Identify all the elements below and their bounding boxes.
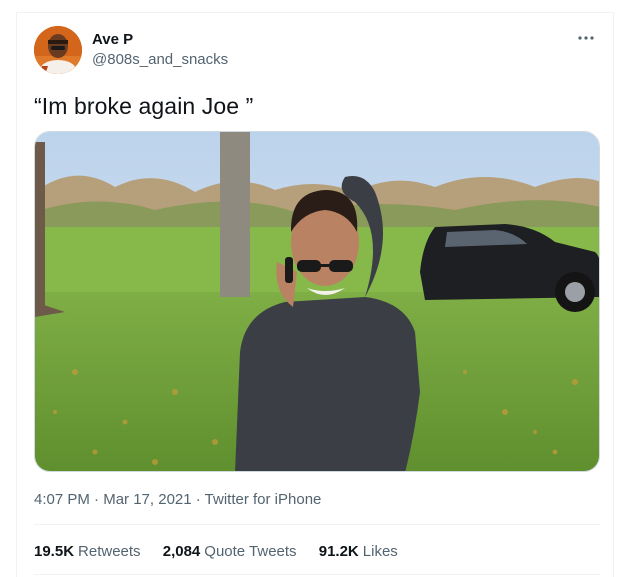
retweets-label: Retweets bbox=[78, 543, 141, 560]
retweets-count: 19.5K bbox=[34, 543, 75, 560]
avatar[interactable] bbox=[34, 26, 82, 74]
tweet-card: Ave P @808s_and_snacks “Im broke again J… bbox=[16, 12, 614, 577]
meta-separator-2: · bbox=[191, 491, 205, 508]
quote-tweets-count: 2,084 bbox=[162, 543, 201, 560]
display-name[interactable]: Ave P bbox=[92, 31, 133, 48]
tweet-time[interactable]: 4:07 PM bbox=[34, 491, 90, 508]
retweets-stat[interactable]: 19.5K Retweets bbox=[34, 543, 141, 560]
likes-label: Likes bbox=[362, 543, 398, 560]
tweet-stats: 19.5K Retweets 2,084 Quote Tweets 91.2K Lik… bbox=[34, 543, 416, 560]
quote-tweets-stat[interactable]: 2,084 Quote Tweets bbox=[163, 543, 297, 560]
tweet-source[interactable]: Twitter for iPhone bbox=[205, 491, 322, 508]
likes-stat[interactable]: 91.2K Likes bbox=[319, 543, 398, 560]
user-handle[interactable]: @808s_and_snacks bbox=[92, 51, 228, 68]
meta-separator: · bbox=[89, 491, 104, 508]
more-dots-icon[interactable] bbox=[575, 29, 597, 47]
avatar-image bbox=[34, 26, 82, 74]
tweet-text: “Im broke again Joe ” bbox=[34, 93, 254, 119]
divider-top bbox=[34, 524, 600, 525]
divider-bottom bbox=[34, 574, 600, 575]
tweet-date[interactable]: Mar 17, 2021 bbox=[103, 491, 191, 508]
likes-count: 91.2K bbox=[318, 543, 359, 560]
tweet-meta: 4:07 PM · Mar 17, 2021 · Twitter for iPh… bbox=[34, 491, 321, 508]
quote-tweets-label: Quote Tweets bbox=[204, 543, 297, 560]
tweet-media-video[interactable] bbox=[34, 131, 600, 472]
media-scene bbox=[35, 132, 599, 471]
